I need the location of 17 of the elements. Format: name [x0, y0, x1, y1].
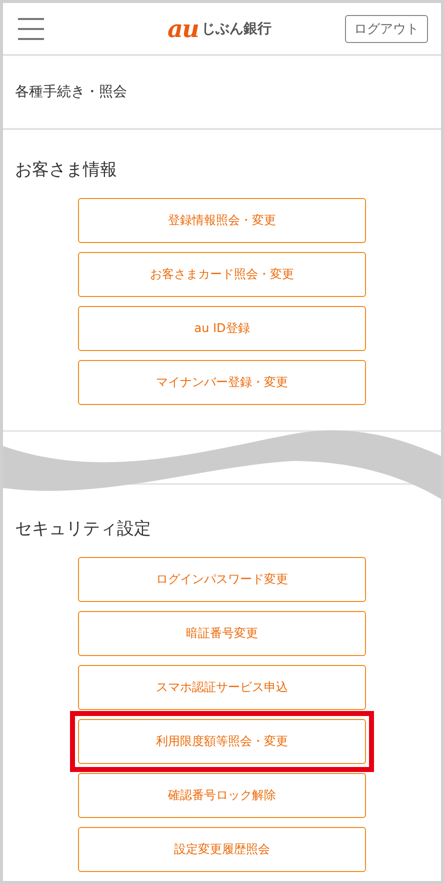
menu-button[interactable]: マイナンバー登録・変更 [78, 360, 366, 405]
page-title: 各種手続き・照会 [3, 56, 441, 130]
menu-button[interactable]: au ID登録 [78, 306, 366, 351]
menu-button[interactable]: 登録情報照会・変更 [78, 198, 366, 243]
menu-button[interactable]: お客さまカード照会・変更 [78, 252, 366, 297]
logo-mark: au [168, 16, 198, 40]
menu-button[interactable]: 利用限度額等照会・変更 [78, 719, 366, 764]
logo-text: じぶん銀行 [202, 20, 272, 38]
menu-button[interactable]: 暗証番号変更 [78, 611, 366, 656]
section-title: セキュリティ設定 [14, 518, 152, 540]
menu-icon[interactable] [18, 16, 44, 40]
menu-button[interactable]: 設定変更履歴照会 [78, 827, 366, 872]
menu-button[interactable]: スマホ認証サービス申込 [78, 665, 366, 710]
section-title: お客さま情報 [14, 159, 118, 181]
menu-button[interactable]: 確認番号ロック解除 [78, 773, 366, 818]
menu-button[interactable]: ログインパスワード変更 [78, 557, 366, 602]
logout-button[interactable]: ログアウト [345, 14, 428, 42]
